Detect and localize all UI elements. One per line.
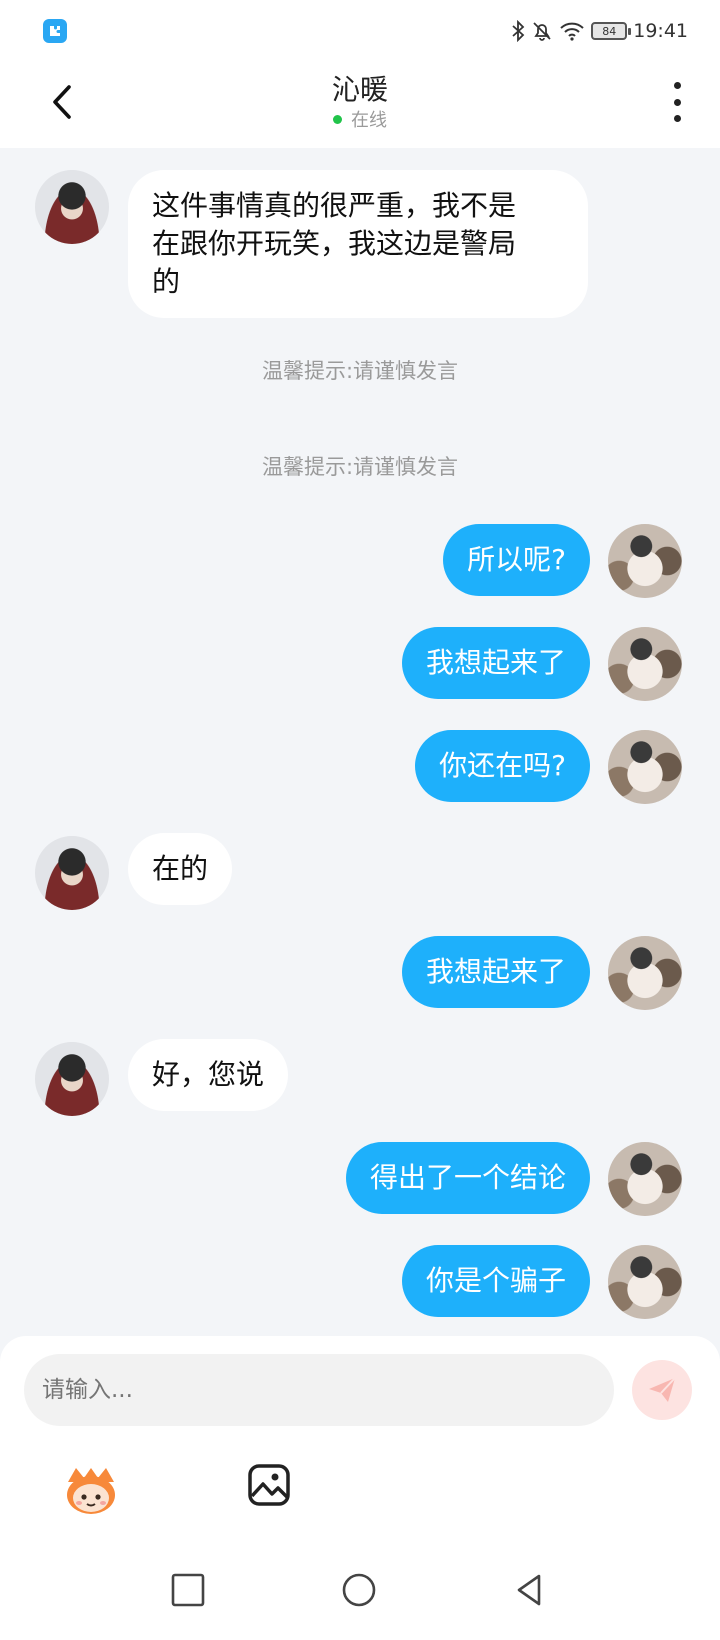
message-text-line: 这件事情真的很严重，我不是 bbox=[152, 189, 517, 222]
user-avatar[interactable] bbox=[608, 1245, 682, 1319]
user-avatar[interactable] bbox=[608, 627, 682, 701]
online-status: 在线 bbox=[0, 106, 720, 132]
message-bubble-sent: 你是个骗子 bbox=[401, 1245, 590, 1317]
message-bubble-sent: 所以呢? bbox=[443, 524, 590, 596]
system-tip: 温馨提示:请谨慎发言 bbox=[261, 455, 459, 479]
message-bubble-sent: 我想起来了 bbox=[401, 627, 590, 699]
nav-recent-button[interactable] bbox=[170, 1572, 206, 1608]
nav-home-button[interactable] bbox=[341, 1572, 377, 1608]
user-avatar[interactable] bbox=[608, 936, 682, 1010]
contact-avatar[interactable] bbox=[35, 836, 109, 910]
chat-header: 沁暖 在线 bbox=[0, 60, 720, 148]
battery-level: 84 bbox=[602, 24, 617, 38]
status-indicators: 84 19:41 bbox=[511, 18, 688, 44]
message-input[interactable] bbox=[24, 1354, 614, 1426]
message-bubble-sent: 得出了一个结论 bbox=[345, 1142, 590, 1214]
send-icon bbox=[649, 1377, 676, 1402]
wifi-icon bbox=[560, 22, 584, 41]
battery-indicator: 84 bbox=[591, 22, 632, 40]
nav-back-button[interactable] bbox=[512, 1572, 548, 1608]
message-text-line: 的 bbox=[152, 265, 181, 298]
clock: 19:41 bbox=[633, 20, 688, 42]
send-button[interactable] bbox=[632, 1360, 692, 1420]
image-icon bbox=[248, 1464, 290, 1506]
circle-icon bbox=[342, 1573, 376, 1607]
emoji-icon bbox=[67, 1468, 115, 1514]
contact-avatar[interactable] bbox=[35, 1042, 109, 1116]
user-avatar[interactable] bbox=[608, 1142, 682, 1216]
message-bubble-received: 好，您说 bbox=[128, 1039, 289, 1111]
composer-panel bbox=[0, 1336, 720, 1548]
bluetooth-icon bbox=[512, 20, 525, 42]
message-bubble-sent: 你还在吗? bbox=[415, 730, 590, 802]
emoji-button[interactable] bbox=[62, 1464, 120, 1516]
image-button[interactable] bbox=[246, 1462, 292, 1508]
app-notification-icon bbox=[43, 19, 67, 43]
message-text-line: 在跟你开玩笑，我这边是警局 bbox=[152, 227, 517, 260]
square-icon bbox=[171, 1573, 205, 1607]
contact-name: 沁暖 bbox=[331, 73, 388, 106]
mute-bell-icon bbox=[533, 22, 551, 41]
status-bar: 84 19:41 bbox=[0, 0, 720, 60]
online-status-label: 在线 bbox=[351, 110, 387, 131]
system-navigation-bar bbox=[0, 1548, 720, 1640]
more-dot bbox=[673, 98, 681, 106]
more-dot bbox=[673, 115, 681, 122]
online-dot bbox=[333, 115, 342, 124]
contact-avatar[interactable] bbox=[35, 170, 109, 244]
triangle-back-icon bbox=[517, 1574, 541, 1606]
message-bubble-received: 这件事情真的很严重，我不是 在跟你开玩笑，我这边是警局 的 bbox=[128, 170, 588, 318]
message-bubble-received: 在的 bbox=[128, 833, 233, 905]
user-avatar[interactable] bbox=[608, 524, 682, 598]
system-tip: 温馨提示:请谨慎发言 bbox=[261, 359, 459, 383]
message-bubble-sent: 我想起来了 bbox=[401, 936, 590, 1008]
user-avatar[interactable] bbox=[608, 730, 682, 804]
more-options-button[interactable] bbox=[670, 82, 684, 122]
more-vertical-icon bbox=[673, 82, 681, 89]
